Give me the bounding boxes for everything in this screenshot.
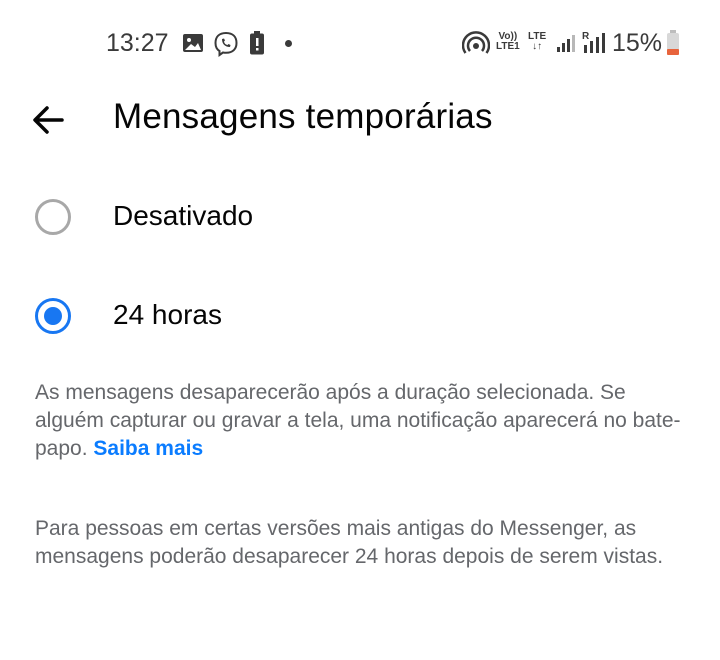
option-label: 24 horas xyxy=(113,299,222,330)
radio-button-on[interactable] xyxy=(35,298,71,334)
lte1-label: LTE1 xyxy=(496,41,520,52)
battery-percent: 15% xyxy=(612,29,663,57)
back-arrow-icon xyxy=(33,106,64,134)
volte-icon: Vo)) LTE1 xyxy=(496,32,520,52)
battery-icon xyxy=(666,30,680,61)
notification-dot-icon xyxy=(285,40,292,47)
back-button[interactable] xyxy=(28,100,68,140)
battery-alert-icon xyxy=(248,31,266,60)
page-title: Mensagens temporárias xyxy=(113,97,493,136)
hotspot-icon xyxy=(461,31,491,60)
option-desativado[interactable]: Desativado xyxy=(0,172,720,262)
status-time: 13:27 xyxy=(106,29,169,57)
lte-icon: LTE ↓↑ xyxy=(528,32,546,52)
roaming-signal-icon: R xyxy=(582,30,606,59)
option-24-horas[interactable]: 24 horas xyxy=(0,271,720,361)
legacy-note: Para pessoas em certas versões mais anti… xyxy=(35,515,695,571)
info-description: As mensagens desaparecerão após a duraçã… xyxy=(35,379,695,463)
learn-more-link[interactable]: Saiba mais xyxy=(93,437,203,460)
gallery-icon xyxy=(181,31,205,60)
radio-button-off[interactable] xyxy=(35,199,71,235)
svg-text:R: R xyxy=(582,31,590,42)
viber-icon xyxy=(213,31,239,62)
header: Mensagens temporárias xyxy=(0,88,720,152)
status-bar: 13:27 Vo)) LTE1 LTE ↓↑ R 15% xyxy=(0,0,720,88)
data-arrows-icon: ↓↑ xyxy=(532,41,543,52)
signal-icon xyxy=(556,33,576,58)
note-text: Para pessoas em certas versões mais anti… xyxy=(35,517,664,568)
option-label: Desativado xyxy=(113,200,254,231)
